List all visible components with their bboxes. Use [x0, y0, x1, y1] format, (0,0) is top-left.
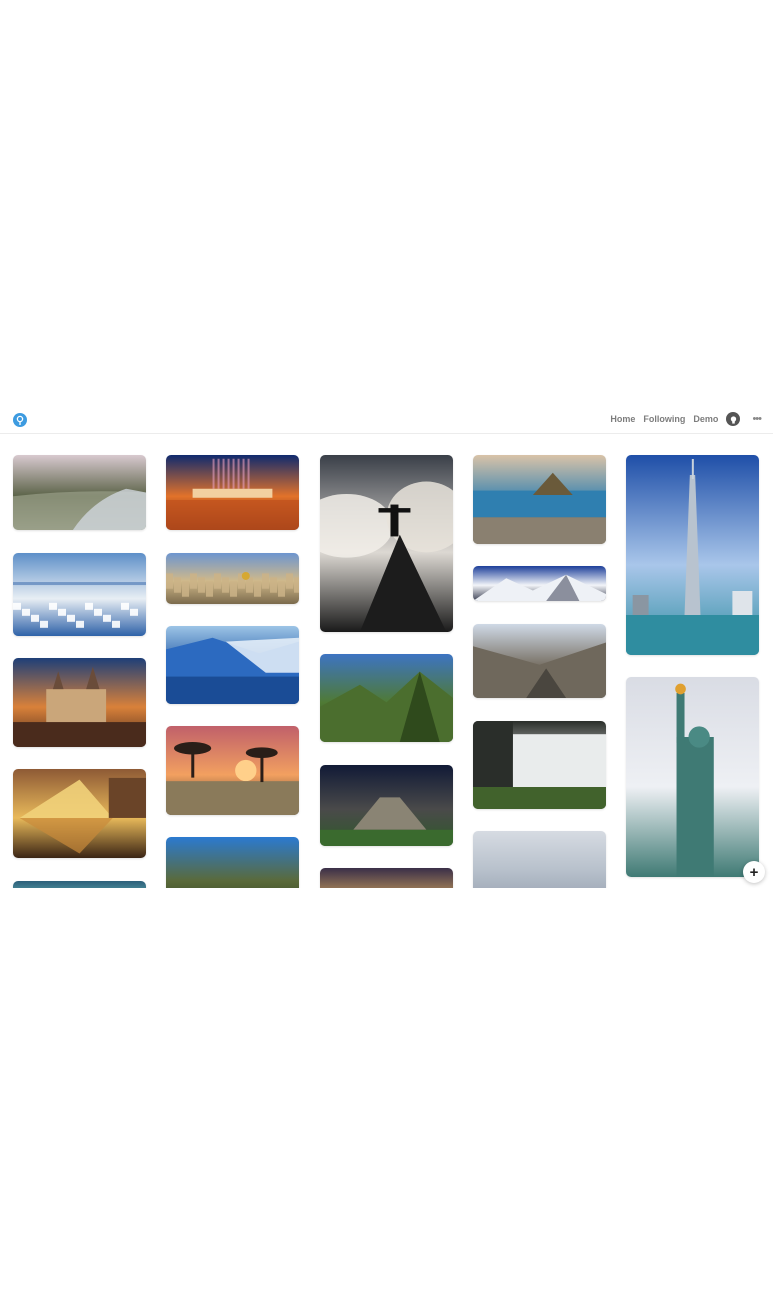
- pin-cloudy-sky[interactable]: [473, 831, 606, 888]
- pin-victoria-falls[interactable]: [473, 721, 606, 809]
- pin-santorini[interactable]: [13, 553, 146, 636]
- pin-burj-khalifa[interactable]: [626, 455, 759, 655]
- pin-sunset-glow[interactable]: [320, 868, 453, 888]
- pin-volcano-valley[interactable]: [473, 624, 606, 698]
- pin-glacier[interactable]: [166, 626, 299, 704]
- top-bar: Home Following Demo •••: [0, 405, 773, 434]
- app-window: Home Following Demo ••• +: [0, 405, 773, 888]
- pin-potala-palace-fountains[interactable]: [166, 455, 299, 530]
- pin-chichen-itza[interactable]: [320, 765, 453, 846]
- github-icon[interactable]: [726, 412, 741, 426]
- pin-statue-hand[interactable]: [166, 837, 299, 888]
- pin-statue-of-liberty[interactable]: [626, 677, 759, 877]
- pin-himalaya[interactable]: [473, 566, 606, 601]
- pin-jerusalem-city[interactable]: [166, 553, 299, 604]
- more-menu-icon[interactable]: •••: [752, 413, 762, 425]
- top-nav: Home Following Demo •••: [610, 412, 762, 426]
- pin-savanna-sunset[interactable]: [166, 726, 299, 815]
- nav-home-link[interactable]: Home: [610, 414, 635, 424]
- nav-following-link[interactable]: Following: [643, 414, 685, 424]
- pin-logo-icon[interactable]: [13, 413, 27, 427]
- pin-rio-de-janeiro[interactable]: [473, 455, 606, 544]
- nav-demo-link[interactable]: Demo: [693, 414, 718, 424]
- pin-lagoon[interactable]: [13, 881, 146, 888]
- pin-louvre-pyramid[interactable]: [13, 769, 146, 858]
- pin-machu-picchu[interactable]: [320, 654, 453, 742]
- pin-neuschwanstein-castle[interactable]: [13, 658, 146, 747]
- pin-cherry-blossom-canal[interactable]: [13, 455, 146, 530]
- pin-christ-the-redeemer[interactable]: [320, 455, 453, 632]
- add-pin-button[interactable]: +: [743, 861, 765, 883]
